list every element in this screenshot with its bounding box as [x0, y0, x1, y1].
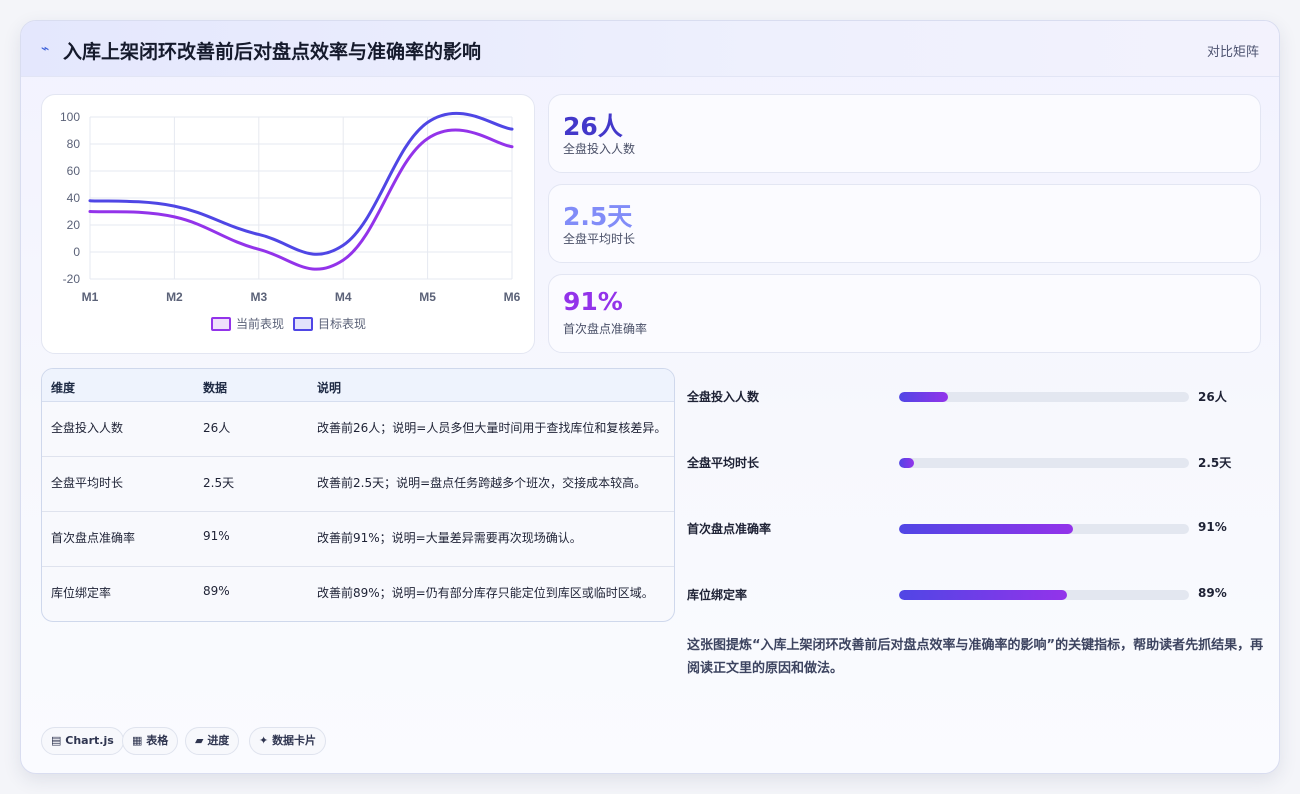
- table-header-cell: 维度: [51, 381, 76, 395]
- legend-label: 当前表现: [236, 316, 284, 331]
- table-cell: 全盘投入人数: [51, 421, 124, 435]
- chip-label: Chart.js: [65, 734, 114, 747]
- summary-text: 这张图提炼“入库上架闭环改善前后对盘点效率与准确率的影响”的关键指标，帮助读者先…: [687, 638, 1264, 676]
- x-tick-label: M5: [419, 290, 436, 304]
- progress-fill: [899, 524, 1073, 534]
- table-cell: 2.5天: [203, 476, 235, 490]
- progress-value: 2.5天: [1198, 456, 1232, 470]
- kpi-card-headcount: 26人 全盘投入人数: [548, 94, 1261, 173]
- y-tick-label: 0: [73, 245, 80, 259]
- y-tick-label: 80: [67, 137, 81, 151]
- x-tick-label: M6: [504, 290, 521, 304]
- progress-value: 89%: [1198, 586, 1227, 600]
- x-tick-label: M3: [250, 290, 267, 304]
- progress-row: 库位绑定率 89%: [687, 584, 1247, 604]
- y-tick-label: 40: [67, 191, 81, 205]
- card-header: ⌁ 入库上架闭环改善前后对盘点效率与准确率的影响 对比矩阵: [21, 21, 1279, 77]
- table-row: 首次盘点准确率 91% 改善前91%；说明=大量差异需要再次现场确认。: [42, 512, 674, 567]
- x-tick-label: M1: [82, 290, 99, 304]
- table-row: 全盘平均时长 2.5天 改善前2.5天；说明=盘点任务跨越多个班次，交接成本较高…: [42, 457, 674, 512]
- table-cell: 89%: [203, 584, 230, 598]
- kpi-value: 26人: [563, 112, 623, 141]
- legend-swatch: [211, 317, 231, 331]
- progress-label: 全盘平均时长: [687, 456, 760, 470]
- chip-label: 数据卡片: [272, 734, 317, 747]
- progress-row: 首次盘点准确率 91%: [687, 518, 1247, 538]
- progress-row: 全盘平均时长 2.5天: [687, 452, 1247, 472]
- kpi-value: 91%: [563, 287, 623, 316]
- series-line: [88, 111, 514, 256]
- legend-swatch: [293, 317, 313, 331]
- kpi-label: 全盘平均时长: [563, 232, 636, 246]
- data-table: 维度 数据 说明 全盘投入人数 26人 改善前26人；说明=人员多但大量时间用于…: [41, 368, 675, 622]
- progress-label: 全盘投入人数: [687, 390, 760, 404]
- progress-label: 首次盘点准确率: [687, 522, 772, 536]
- table-header: 维度 数据 说明: [42, 369, 674, 402]
- progress-track: [899, 524, 1189, 534]
- chip-chartjs[interactable]: ▤ Chart.js: [41, 727, 124, 755]
- table-cell: 91%: [203, 529, 230, 543]
- page-title: 入库上架闭环改善前后对盘点效率与准确率的影响: [63, 41, 482, 63]
- table-header-cell: 数据: [203, 381, 228, 395]
- table-cell: 改善前26人；说明=人员多但大量时间用于查找库位和复核差异。: [317, 421, 667, 435]
- table-row: 库位绑定率 89% 改善前89%；说明=仍有部分库存只能定位到库区或临时区域。: [42, 567, 674, 621]
- kpi-label: 全盘投入人数: [563, 142, 636, 156]
- kpi-card-duration: 2.5天 全盘平均时长: [548, 184, 1261, 263]
- progress-value: 91%: [1198, 520, 1227, 534]
- kpi-value: 2.5天: [563, 202, 633, 231]
- progress-track: [899, 392, 1189, 402]
- x-tick-label: M2: [166, 290, 183, 304]
- kpi-label: 首次盘点准确率: [563, 322, 648, 336]
- header-tag: 对比矩阵: [1206, 45, 1259, 60]
- chip-label: 进度: [207, 734, 230, 747]
- table-cell: 改善前91%；说明=大量差异需要再次现场确认。: [317, 531, 582, 545]
- line-chart: -20 0 20 40 60 80 100 M1 M2 M3 M4 M5 M6 当前表现 目标表现: [60, 110, 521, 331]
- table-cell: 改善前2.5天；说明=盘点任务跨越多个班次，交接成本较高。: [317, 476, 647, 490]
- bolt-icon: ⌁: [41, 41, 50, 57]
- sparkle-icon: ✦: [259, 734, 269, 747]
- table-cell: 26人: [203, 421, 231, 435]
- line-chart-card: -20 0 20 40 60 80 100 M1 M2 M3 M4 M5 M6 当前表现 目标表现: [41, 94, 535, 354]
- progress-track: [899, 590, 1189, 600]
- x-tick-label: M4: [335, 290, 352, 304]
- progress-fill: [899, 458, 914, 468]
- progress-fill: [899, 392, 949, 402]
- progress-label: 库位绑定率: [687, 588, 748, 602]
- series-line: [88, 128, 514, 271]
- dashboard-card: ⌁ 入库上架闭环改善前后对盘点效率与准确率的影响 对比矩阵 -20 0 20 40 60…: [20, 20, 1280, 774]
- kpi-card-accuracy: 91% 首次盘点准确率: [548, 274, 1261, 353]
- table-icon: ▦: [132, 734, 143, 747]
- chip-data-cards[interactable]: ✦ 数据卡片: [249, 727, 327, 755]
- legend-label: 目标表现: [318, 317, 366, 331]
- progress-track: [899, 458, 1189, 468]
- table-cell: 改善前89%；说明=仍有部分库存只能定位到库区或临时区域。: [317, 586, 654, 600]
- y-tick-label: 20: [67, 218, 81, 232]
- table-header-cell: 说明: [317, 381, 342, 395]
- chart-icon: ▤: [51, 734, 62, 747]
- y-tick-label: 60: [67, 164, 81, 178]
- progress-row: 全盘投入人数 26人: [687, 386, 1247, 406]
- table-row: 全盘投入人数 26人 改善前26人；说明=人员多但大量时间用于查找库位和复核差异…: [42, 402, 674, 457]
- y-tick-label: -20: [63, 272, 81, 286]
- progress-fill: [899, 590, 1068, 600]
- chip-label: 表格: [146, 734, 169, 747]
- table-cell: 全盘平均时长: [51, 476, 124, 490]
- table-cell: 首次盘点准确率: [51, 531, 136, 545]
- chip-progress[interactable]: ▰ 进度: [185, 727, 240, 755]
- chip-table[interactable]: ▦ 表格: [122, 727, 179, 755]
- y-tick-label: 100: [60, 110, 80, 124]
- progress-value: 26人: [1198, 390, 1227, 404]
- table-cell: 库位绑定率: [51, 586, 112, 600]
- progress-icon: ▰: [195, 734, 204, 747]
